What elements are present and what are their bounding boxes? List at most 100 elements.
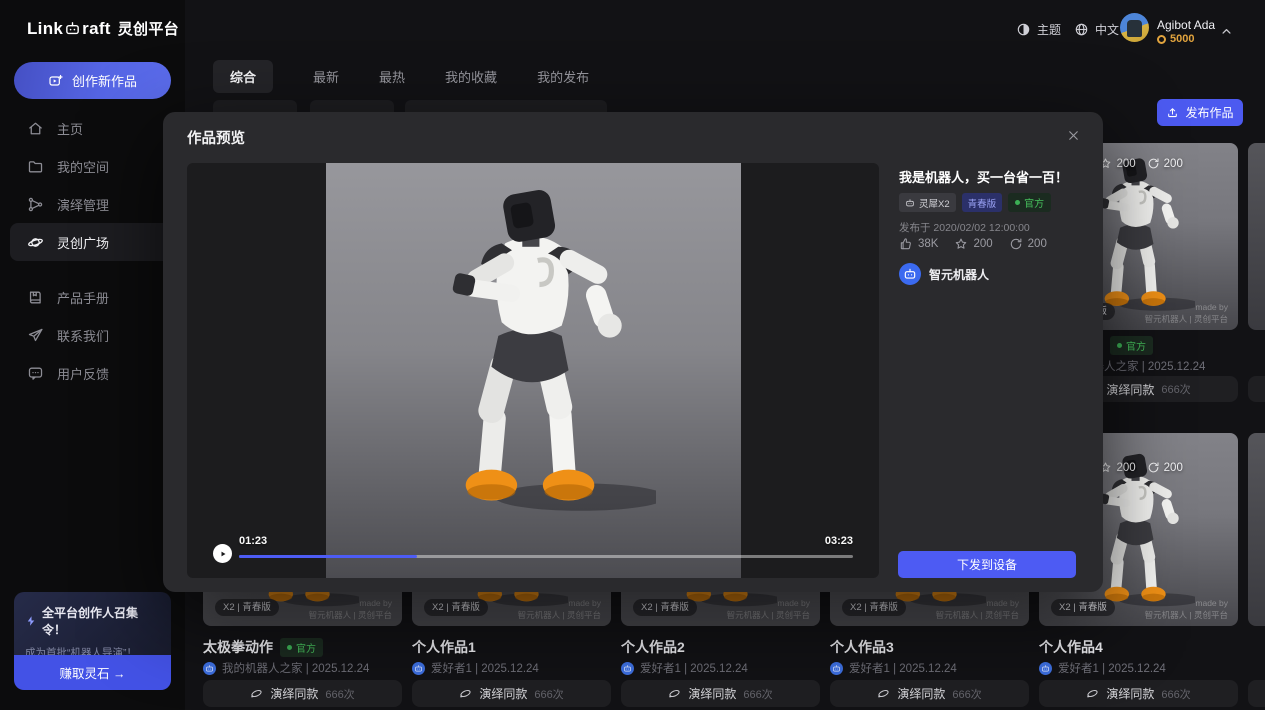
tab-newest[interactable]: 最新: [313, 67, 339, 86]
tab-my-favorites[interactable]: 我的收藏: [445, 67, 497, 86]
model-badge: X2 | 青春版: [215, 599, 279, 616]
logo-robot-icon: [64, 20, 81, 37]
sidebar-item-performance-management[interactable]: 演绎管理: [10, 185, 175, 223]
author-avatar-icon: [830, 662, 843, 675]
card-author: 爱好者1 | 2025.12.24: [412, 660, 539, 676]
progress-bar[interactable]: [239, 555, 853, 558]
send-to-device-button[interactable]: 下发到设备: [898, 551, 1076, 578]
card-title[interactable]: 个人作品1: [412, 637, 476, 657]
replay-icon: [250, 687, 263, 700]
watermark: made by智元机器人 | 灵创平台: [936, 598, 1019, 621]
tab-hottest[interactable]: 最热: [379, 67, 405, 86]
promo-title: 全平台创作人召集令！: [42, 604, 160, 638]
publish-work-button[interactable]: 发布作品: [1157, 99, 1243, 126]
current-time: 01:23: [239, 535, 267, 547]
theme-label: 主题: [1037, 21, 1061, 38]
card-title-row: 个人作品2: [621, 637, 685, 657]
user-avatar[interactable]: [1120, 13, 1149, 42]
language-switcher[interactable]: 中文: [1074, 21, 1119, 38]
replay-same-button[interactable]: [1248, 376, 1265, 402]
official-dot: [287, 645, 292, 650]
upload-icon: [1166, 106, 1179, 119]
shares-stat[interactable]: 200: [1009, 237, 1047, 251]
app-window: 主题 中文 Agibot Ada 5000 综合 最新 最热 我的收藏 我的发布…: [0, 0, 1265, 710]
video-player[interactable]: 01:23 03:23: [187, 163, 879, 578]
promo-banner: 全平台创作人召集令！ 成为首批“机器人导演”！: [14, 592, 171, 655]
replay-icon: [1086, 687, 1099, 700]
author-avatar-icon: [621, 662, 634, 675]
sort-tabs: 综合 最新 最热 我的收藏 我的发布: [213, 62, 589, 91]
play-icon: [217, 548, 229, 560]
sidebar-item-product-manual[interactable]: 产品手册: [10, 278, 175, 316]
sidebar: Link raft 灵创平台 创作新作品 主页 我的空间 演绎管理 灵创广场 产…: [0, 0, 185, 710]
model-badge: X2 | 青春版: [842, 599, 906, 616]
official-badge: 官方: [1008, 193, 1051, 212]
sidebar-item-contact-us[interactable]: 联系我们: [10, 316, 175, 354]
app-logo: Link raft 灵创平台: [27, 18, 179, 39]
work-title: 我是机器人，买一台省一百！: [899, 167, 1083, 186]
author-avatar-icon: [203, 662, 216, 675]
chevron-up-icon[interactable]: [1219, 24, 1234, 39]
likes-stat[interactable]: 38K: [899, 237, 938, 251]
username: Agibot Ada: [1157, 18, 1215, 32]
tab-comprehensive[interactable]: 综合: [213, 60, 273, 93]
model-badge: X2 | 青春版: [633, 599, 697, 616]
card-title-row: 个人作品4: [1039, 637, 1103, 657]
folder-icon: [27, 158, 44, 175]
total-time: 03:23: [825, 535, 853, 547]
close-icon[interactable]: [1063, 125, 1083, 145]
author-row[interactable]: 智元机器人: [899, 263, 989, 285]
author-avatar: [899, 263, 921, 285]
replay-icon: [668, 687, 681, 700]
card-title[interactable]: 太极拳动作: [203, 637, 273, 657]
planet-icon: [27, 234, 44, 251]
card-title[interactable]: 个人作品3: [830, 637, 894, 657]
tab-my-publications[interactable]: 我的发布: [537, 67, 589, 86]
card-title-row: 太极拳动作 官方: [203, 637, 323, 657]
replay-same-button[interactable]: 演绎同款666次: [412, 680, 611, 707]
replay-same-button[interactable]: 演绎同款666次: [621, 680, 820, 707]
logo-text-suffix: raft: [82, 19, 111, 39]
model-badge: X2 | 青春版: [1051, 599, 1115, 616]
official-dot: [1015, 200, 1020, 205]
sidebar-item-user-feedback[interactable]: 用户反馈: [10, 354, 175, 392]
replay-icon: [459, 687, 472, 700]
watermark: made by智元机器人 | 灵创平台: [518, 598, 601, 621]
earn-lingshi-button[interactable]: 赚取灵石 →: [14, 655, 171, 690]
card-title[interactable]: 个人作品2: [621, 637, 685, 657]
create-new-work-button[interactable]: 创作新作品: [14, 62, 171, 99]
watermark: made by智元机器人 | 灵创平台: [1145, 302, 1228, 325]
sidebar-item-lingchuang-plaza[interactable]: 灵创广场: [10, 223, 175, 261]
play-button[interactable]: [213, 544, 232, 563]
publish-date: 发布于 2020/02/02 12:00:00: [899, 220, 1030, 235]
theme-toggle[interactable]: 主题: [1016, 21, 1061, 38]
card-title-row: 个人作品1: [412, 637, 476, 657]
work-preview-modal: 作品预览 01:23 03:23 我是机器人，买一台省一百！: [163, 112, 1103, 592]
work-stats: 38K 200 200: [899, 237, 1047, 251]
replay-icon: [877, 687, 890, 700]
coin-amount: 5000: [1170, 33, 1194, 45]
card-title[interactable]: 个人作品4: [1039, 637, 1103, 657]
robot-face-icon: [905, 198, 915, 208]
card-author: 我的机器人之家 | 2025.12.24: [203, 660, 369, 676]
stars-stat[interactable]: 200: [954, 237, 992, 251]
card-author: 爱好者1 | 2025.12.24: [621, 660, 748, 676]
work-thumbnail[interactable]: [1248, 433, 1265, 626]
replay-same-button[interactable]: 演绎同款666次: [830, 680, 1029, 707]
replay-same-button[interactable]: 演绎同款666次: [1039, 680, 1238, 707]
thumb-up-icon: [899, 237, 913, 251]
sidebar-item-home[interactable]: 主页: [10, 109, 175, 147]
robot-figure: [326, 163, 741, 578]
sidebar-item-my-space[interactable]: 我的空间: [10, 147, 175, 185]
author-name: 智元机器人: [929, 266, 989, 283]
card-title-row: 个人作品3: [830, 637, 894, 657]
watermark: made by智元机器人 | 灵创平台: [1145, 598, 1228, 621]
replay-same-button[interactable]: [1248, 680, 1265, 707]
video-frame: [326, 163, 741, 578]
home-icon: [27, 120, 44, 137]
chat-bubble-icon: [27, 365, 44, 382]
official-badge: 官方: [280, 638, 323, 657]
video-plus-icon: [48, 73, 64, 89]
work-thumbnail[interactable]: [1248, 143, 1265, 330]
replay-same-button[interactable]: 演绎同款666次: [203, 680, 402, 707]
